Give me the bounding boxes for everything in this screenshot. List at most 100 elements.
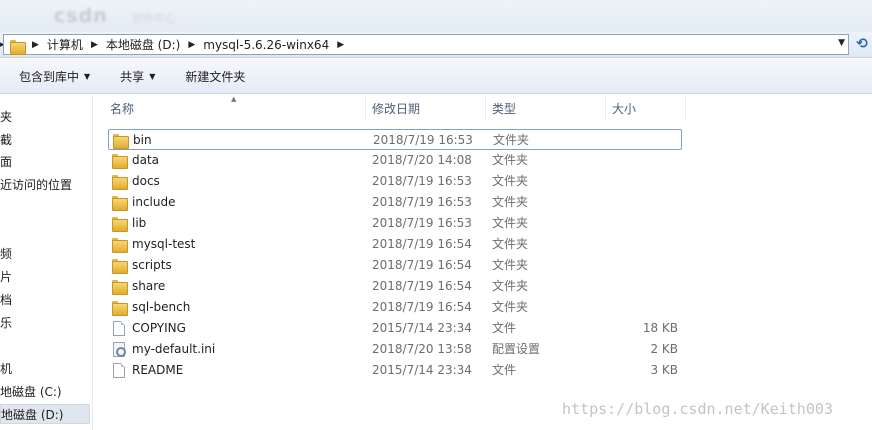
logo-subtitle: 创作中心 xyxy=(132,12,176,25)
address-input[interactable]: ▶ 计算机 ▶ 本地磁盘 (D:) ▶ mysql-5.6.26-winx64 … xyxy=(3,34,849,55)
nav-item-documents[interactable]: 档 xyxy=(0,290,90,310)
nav-item-favorites[interactable]: 夹 xyxy=(0,107,90,127)
folder-icon xyxy=(112,153,128,169)
file-row[interactable]: share 2018/7/19 16:54 文件夹 xyxy=(108,276,682,297)
chevron-right-icon[interactable]: ▶ xyxy=(91,40,98,50)
chevron-right-icon[interactable]: ▶ xyxy=(337,40,344,50)
file-row[interactable]: docs 2018/7/19 16:53 文件夹 xyxy=(108,171,682,192)
file-size xyxy=(612,171,678,192)
folder-icon xyxy=(112,174,128,190)
file-size xyxy=(612,192,678,213)
file-size: 3 KB xyxy=(650,363,678,377)
file-icon xyxy=(113,363,125,378)
file-type: 配置设置 xyxy=(492,342,541,356)
file-row[interactable]: lib 2018/7/19 16:53 文件夹 xyxy=(108,213,682,234)
file-size xyxy=(612,213,678,234)
file-name: docs xyxy=(132,174,160,188)
file-type: 文件夹 xyxy=(492,195,529,209)
file-name: share xyxy=(132,279,166,293)
file-name: scripts xyxy=(132,258,172,272)
share-button[interactable]: 共享 ▼ xyxy=(120,68,155,85)
file-date: 2018/7/19 16:53 xyxy=(372,174,472,188)
address-bar: ▸ ▶ 计算机 ▶ 本地磁盘 (D:) ▶ mysql-5.6.26-winx6… xyxy=(0,32,872,58)
navigation-pane: 夹 截 面 近访问的位置 频 片 档 乐 机 地磁盘 (C:) 地磁盘 (D:) xyxy=(0,95,93,430)
file-name: lib xyxy=(132,216,147,230)
file-size: 18 KB xyxy=(642,321,678,335)
nav-item-downloads[interactable]: 截 xyxy=(0,130,90,150)
column-header-size[interactable]: 大小 xyxy=(606,95,686,121)
folder-icon xyxy=(113,133,129,149)
chevron-right-icon[interactable]: ▶ xyxy=(32,40,39,50)
address-dropdown-icon[interactable]: ▼ xyxy=(838,38,845,48)
file-row[interactable]: bin 2018/7/19 16:53 文件夹 xyxy=(108,129,682,150)
file-list: ▲ 名称 修改日期 类型 大小 bin 2018/7/19 16:53 文件夹 … xyxy=(94,95,872,430)
file-name: sql-bench xyxy=(132,300,191,314)
folder-icon xyxy=(112,216,128,232)
folder-icon xyxy=(112,237,128,253)
file-row[interactable]: scripts 2018/7/19 16:54 文件夹 xyxy=(108,255,682,276)
folder-icon xyxy=(112,195,128,211)
include-in-library-label: 包含到库中 xyxy=(19,69,80,84)
csdn-logo: csdn xyxy=(54,5,108,27)
file-name: COPYING xyxy=(132,321,186,335)
nav-item-pictures[interactable]: 片 xyxy=(0,267,90,287)
file-date: 2018/7/19 16:53 xyxy=(373,133,473,147)
refresh-button[interactable]: ⟲ xyxy=(852,35,872,54)
column-header-name[interactable]: 名称 xyxy=(104,95,366,121)
file-row[interactable]: include 2018/7/19 16:53 文件夹 xyxy=(108,192,682,213)
file-size: 2 KB xyxy=(650,342,678,356)
folder-icon xyxy=(112,300,128,316)
folder-icon xyxy=(10,39,26,55)
window-title-strip: csdn 创作中心 xyxy=(0,0,872,32)
command-toolbar: 包含到库中 ▼ 共享 ▼ 新建文件夹 xyxy=(0,59,872,94)
file-icon xyxy=(113,321,125,336)
file-type: 文件夹 xyxy=(492,258,529,272)
file-size xyxy=(612,276,678,297)
folder-icon xyxy=(112,279,128,295)
file-row[interactable]: data 2018/7/20 14:08 文件夹 xyxy=(108,150,682,171)
file-type: 文件夹 xyxy=(492,216,529,230)
file-date: 2018/7/19 16:54 xyxy=(372,258,472,272)
file-size xyxy=(613,130,679,151)
file-date: 2018/7/20 14:08 xyxy=(372,153,472,167)
breadcrumb-computer[interactable]: 计算机 xyxy=(47,36,83,53)
share-label: 共享 xyxy=(120,69,145,84)
file-size xyxy=(612,150,678,171)
nav-item-videos[interactable]: 频 xyxy=(0,244,90,264)
file-row[interactable]: COPYING 2015/7/14 23:34 文件 18 KB xyxy=(108,318,682,339)
file-row[interactable]: README 2015/7/14 23:34 文件 3 KB xyxy=(108,360,682,381)
nav-item-computer[interactable]: 机 xyxy=(0,359,90,379)
column-header-type[interactable]: 类型 xyxy=(486,95,606,121)
file-name: my-default.ini xyxy=(132,342,216,356)
nav-item-recent-places[interactable]: 近访问的位置 xyxy=(0,175,90,195)
file-row[interactable]: mysql-test 2018/7/19 16:54 文件夹 xyxy=(108,234,682,255)
file-date: 2015/7/14 23:34 xyxy=(372,321,472,335)
file-type: 文件夹 xyxy=(492,237,529,251)
new-folder-button[interactable]: 新建文件夹 xyxy=(185,68,245,85)
breadcrumb-drive-d[interactable]: 本地磁盘 (D:) xyxy=(106,36,180,53)
settings-file-icon xyxy=(113,342,126,357)
file-size xyxy=(612,297,678,318)
file-row[interactable]: sql-bench 2018/7/19 16:54 文件夹 xyxy=(108,297,682,318)
nav-item-drive-d[interactable]: 地磁盘 (D:) xyxy=(0,404,90,424)
file-name: mysql-test xyxy=(132,237,196,251)
file-name: bin xyxy=(133,133,152,147)
file-date: 2018/7/19 16:54 xyxy=(372,300,472,314)
nav-item-drive-c[interactable]: 地磁盘 (C:) xyxy=(0,382,90,402)
chevron-down-icon: ▼ xyxy=(84,71,91,81)
folder-icon xyxy=(112,258,128,274)
nav-item-desktop[interactable]: 面 xyxy=(0,152,90,172)
nav-item-music[interactable]: 乐 xyxy=(0,313,90,333)
file-name: data xyxy=(132,153,160,167)
include-in-library-button[interactable]: 包含到库中 ▼ xyxy=(19,68,90,85)
chevron-right-icon[interactable]: ▶ xyxy=(188,40,195,50)
file-size xyxy=(612,255,678,276)
column-header-modified[interactable]: 修改日期 xyxy=(366,95,486,121)
column-headers: ▲ 名称 修改日期 类型 大小 xyxy=(94,95,872,121)
file-date: 2018/7/19 16:54 xyxy=(372,279,472,293)
file-name: include xyxy=(132,195,176,209)
file-date: 2018/7/20 13:58 xyxy=(372,342,472,356)
breadcrumb-mysql-folder[interactable]: mysql-5.6.26-winx64 xyxy=(203,38,329,52)
file-row[interactable]: my-default.ini 2018/7/20 13:58 配置设置 2 KB xyxy=(108,339,682,360)
watermark-url: https://blog.csdn.net/Keith003 xyxy=(562,400,833,418)
